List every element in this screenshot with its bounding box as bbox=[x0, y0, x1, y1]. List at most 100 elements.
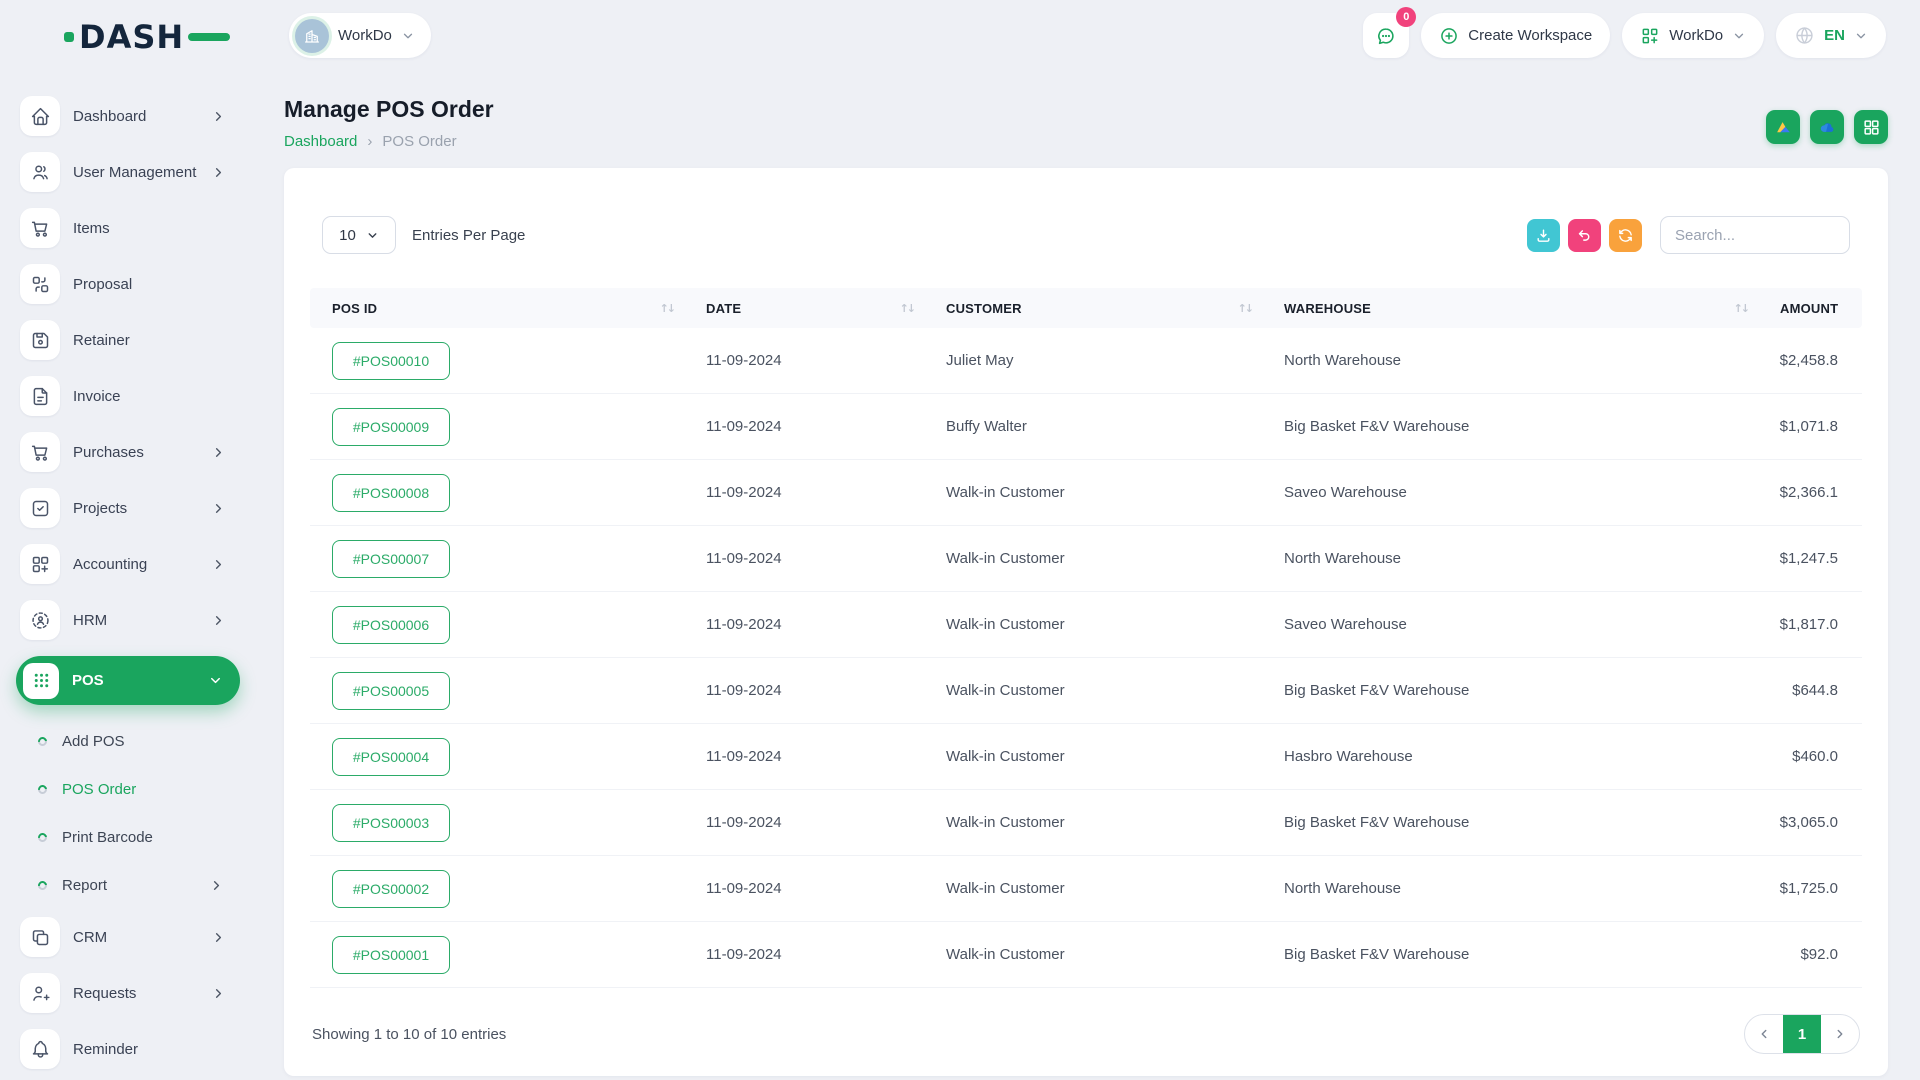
chevron-right-icon bbox=[211, 165, 226, 180]
pos-id-link[interactable]: #POS00001 bbox=[332, 936, 450, 974]
cell-amount: $1,071.8 bbox=[1758, 418, 1862, 435]
cell-amount: $1,247.5 bbox=[1758, 550, 1862, 567]
pos-id-link[interactable]: #POS00006 bbox=[332, 606, 450, 644]
table-footer: Showing 1 to 10 of 10 entries 1 bbox=[310, 1014, 1862, 1058]
cell-date: 11-09-2024 bbox=[684, 748, 924, 765]
pos-id-link[interactable]: #POS00003 bbox=[332, 804, 450, 842]
onedrive-button[interactable] bbox=[1810, 110, 1844, 144]
grid-view-button[interactable] bbox=[1854, 110, 1888, 144]
sidebar-item-projects[interactable]: Projects bbox=[0, 488, 258, 528]
pos-id-link[interactable]: #POS00002 bbox=[332, 870, 450, 908]
table-row: #POS00010 11-09-2024 Juliet May North Wa… bbox=[310, 328, 1862, 394]
cell-warehouse: North Warehouse bbox=[1262, 880, 1758, 897]
sort-icon[interactable]: ↑↓ bbox=[660, 302, 674, 315]
sidebar-item-invoice[interactable]: Invoice bbox=[0, 376, 258, 416]
column-header-customer[interactable]: CUSTOMER ↑↓ bbox=[924, 301, 1262, 316]
workspace-selector[interactable]: WorkDo bbox=[289, 13, 431, 58]
sidebar-item-hrm[interactable]: HRM bbox=[0, 600, 258, 640]
next-page-button[interactable] bbox=[1821, 1015, 1859, 1053]
cell-date: 11-09-2024 bbox=[684, 814, 924, 831]
cell-customer: Walk-in Customer bbox=[924, 682, 1262, 699]
pos-order-card: 10 Entries Per Page POS ID bbox=[284, 168, 1888, 1076]
previous-page-button[interactable] bbox=[1745, 1015, 1783, 1053]
bullet-icon bbox=[36, 735, 49, 748]
sidebar-item-items[interactable]: Items bbox=[0, 208, 258, 248]
language-selector[interactable]: EN bbox=[1776, 13, 1886, 58]
workspace-avatar bbox=[295, 19, 329, 53]
sort-icon[interactable]: ↑↓ bbox=[1238, 302, 1252, 315]
messages-button[interactable]: 0 bbox=[1363, 13, 1409, 58]
sort-icon[interactable]: ↑↓ bbox=[1734, 302, 1748, 315]
refresh-button[interactable] bbox=[1609, 219, 1642, 252]
bullet-icon bbox=[36, 831, 49, 844]
pagination: 1 bbox=[1744, 1014, 1860, 1054]
reset-button[interactable] bbox=[1568, 219, 1601, 252]
column-header-date[interactable]: DATE ↑↓ bbox=[684, 301, 924, 316]
chevron-right-icon bbox=[211, 930, 226, 945]
language-code: EN bbox=[1824, 27, 1845, 44]
pos-id-link[interactable]: #POS00007 bbox=[332, 540, 450, 578]
cart-icon bbox=[20, 208, 60, 248]
current-page[interactable]: 1 bbox=[1783, 1015, 1821, 1053]
pos-id-link[interactable]: #POS00005 bbox=[332, 672, 450, 710]
cell-customer: Walk-in Customer bbox=[924, 616, 1262, 633]
brand-logo[interactable]: DASH bbox=[64, 18, 230, 56]
entries-per-page-select[interactable]: 10 bbox=[322, 216, 396, 254]
grid-plus-icon bbox=[1640, 26, 1660, 46]
sidebar-item-proposal[interactable]: Proposal bbox=[0, 264, 258, 304]
export-button[interactable] bbox=[1527, 219, 1560, 252]
pos-id-link[interactable]: #POS00010 bbox=[332, 342, 450, 380]
create-workspace-button[interactable]: Create Workspace bbox=[1421, 13, 1610, 58]
pos-id-link[interactable]: #POS00008 bbox=[332, 474, 450, 512]
sidebar-item-user-management[interactable]: User Management bbox=[0, 152, 258, 192]
chevron-right-icon bbox=[1833, 1027, 1847, 1041]
table-actions bbox=[1527, 216, 1850, 254]
cell-customer: Walk-in Customer bbox=[924, 880, 1262, 897]
search-input[interactable] bbox=[1660, 216, 1850, 254]
column-header-amount[interactable]: AMOUNT bbox=[1758, 301, 1862, 316]
sidebar-item-accounting[interactable]: Accounting bbox=[0, 544, 258, 584]
chevron-right-icon bbox=[211, 501, 226, 516]
sidebar-item-pos[interactable]: POS bbox=[16, 656, 240, 705]
cell-customer: Walk-in Customer bbox=[924, 484, 1262, 501]
breadcrumb-dashboard-link[interactable]: Dashboard bbox=[284, 133, 357, 150]
pos-id-link[interactable]: #POS00009 bbox=[332, 408, 450, 446]
sidebar-item-crm[interactable]: CRM bbox=[0, 917, 258, 957]
chevron-right-icon bbox=[211, 445, 226, 460]
cell-amount: $92.0 bbox=[1758, 946, 1862, 963]
workdo-menu-label: WorkDo bbox=[1669, 27, 1723, 44]
cell-date: 11-09-2024 bbox=[684, 880, 924, 897]
sidebar-subitem-report[interactable]: Report bbox=[0, 861, 258, 909]
column-header-warehouse[interactable]: WAREHOUSE ↑↓ bbox=[1262, 301, 1758, 316]
pos-order-table: POS ID ↑↓ DATE ↑↓ CUSTOMER ↑↓ WAREHOUSE … bbox=[310, 288, 1862, 988]
google-drive-icon bbox=[1774, 118, 1793, 137]
cell-warehouse: Big Basket F&V Warehouse bbox=[1262, 682, 1758, 699]
column-header-pos-id[interactable]: POS ID ↑↓ bbox=[310, 301, 684, 316]
cell-date: 11-09-2024 bbox=[684, 352, 924, 369]
cell-warehouse: North Warehouse bbox=[1262, 352, 1758, 369]
entries-value: 10 bbox=[339, 227, 356, 244]
sidebar-item-retainer[interactable]: Retainer bbox=[0, 320, 258, 360]
swap-icon bbox=[20, 264, 60, 304]
table-row: #POS00005 11-09-2024 Walk-in Customer Bi… bbox=[310, 658, 1862, 724]
plus-circle-icon bbox=[1439, 26, 1459, 46]
sidebar-subitem-add-pos[interactable]: Add POS bbox=[0, 717, 258, 765]
sort-icon[interactable]: ↑↓ bbox=[900, 302, 914, 315]
sidebar-subitem-pos-order[interactable]: POS Order bbox=[0, 765, 258, 813]
chevron-right-icon bbox=[211, 109, 226, 124]
sidebar-item-purchases[interactable]: Purchases bbox=[0, 432, 258, 472]
invoice-icon bbox=[20, 376, 60, 416]
sidebar-subitem-print-barcode[interactable]: Print Barcode bbox=[0, 813, 258, 861]
google-drive-button[interactable] bbox=[1766, 110, 1800, 144]
brand-name: DASH bbox=[79, 18, 184, 56]
workdo-menu-button[interactable]: WorkDo bbox=[1622, 13, 1764, 58]
cell-customer: Walk-in Customer bbox=[924, 550, 1262, 567]
sidebar-item-requests[interactable]: Requests bbox=[0, 973, 258, 1013]
pos-id-link[interactable]: #POS00004 bbox=[332, 738, 450, 776]
chevron-down-icon bbox=[208, 673, 223, 688]
topbar: DASH WorkDo 0 Create Workspace WorkDo EN bbox=[0, 0, 1920, 72]
sidebar-item-reminder[interactable]: Reminder bbox=[0, 1029, 258, 1069]
logo-dot-icon bbox=[64, 32, 74, 42]
table-controls: 10 Entries Per Page bbox=[310, 216, 1862, 254]
sidebar-item-dashboard[interactable]: Dashboard bbox=[0, 96, 258, 136]
